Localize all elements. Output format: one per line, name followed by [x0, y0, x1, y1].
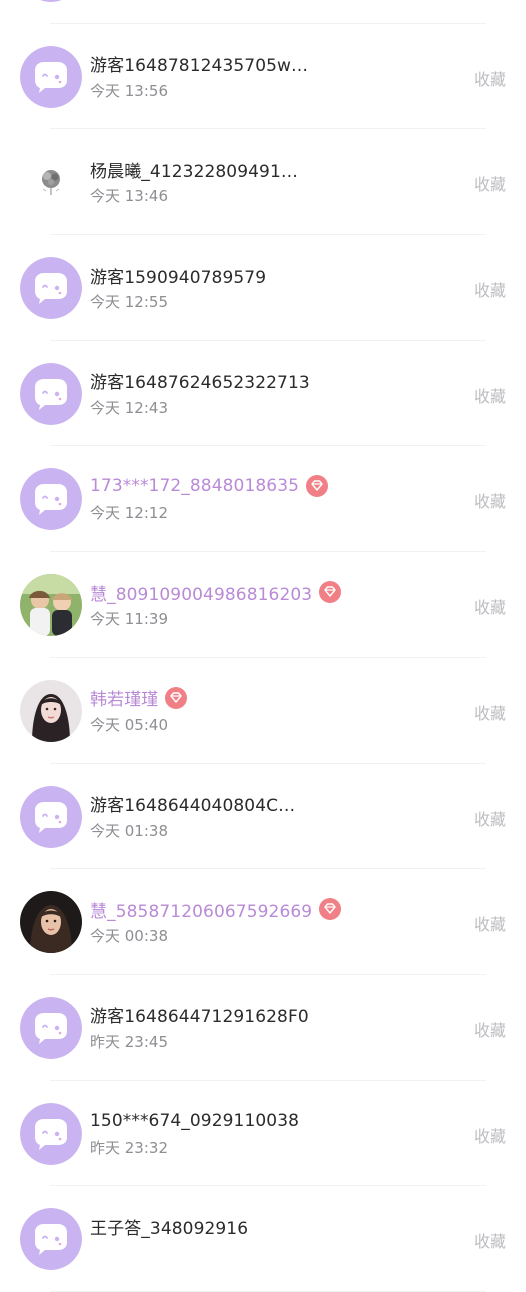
- list-item[interactable]: 慧_585871206067592669 今天 00:38 收藏: [0, 869, 526, 975]
- kids-photo-icon: [20, 574, 82, 637]
- name-line: 150***674_0929110038: [90, 1108, 299, 1134]
- favorite-button[interactable]: 收藏: [474, 488, 506, 512]
- list-item[interactable]: 游客1590940789579 今天 12:55 收藏: [0, 235, 526, 341]
- user-name: 游客1590940789579: [90, 267, 267, 288]
- favorite-button[interactable]: 收藏: [474, 806, 506, 830]
- list-item[interactable]: 150***674_0929110038 昨天 23:32 收藏: [0, 1081, 526, 1187]
- avatar[interactable]: [20, 468, 82, 531]
- vip-diamond-icon: [319, 581, 342, 604]
- user-name: 150***674_0929110038: [90, 1110, 300, 1131]
- chat-bubble-icon: [20, 996, 82, 1059]
- chat-bubble-icon: [20, 257, 82, 320]
- user-name: 173***172_8848018635: [90, 476, 300, 497]
- timestamp: 昨天 23:45: [90, 1032, 168, 1051]
- name-line: 王子答_348092916: [90, 1213, 248, 1239]
- avatar[interactable]: [20, 0, 82, 2]
- avatar[interactable]: [20, 1102, 82, 1165]
- woman-photo-icon: [20, 679, 82, 742]
- favorite-button[interactable]: 收藏: [474, 66, 506, 90]
- chat-bubble-icon: [20, 785, 82, 848]
- timestamp: 今天 11:39: [90, 610, 168, 629]
- favorite-button[interactable]: 收藏: [474, 171, 506, 195]
- chat-bubble-icon: [20, 45, 82, 108]
- woman-dark-photo-icon: [20, 891, 82, 954]
- list-item[interactable]: 杨晨曦_412322809491… 今天 13:46 收藏: [0, 129, 526, 235]
- user-name: 慧_585871206067592669: [90, 901, 313, 922]
- favorite-button[interactable]: 收藏: [474, 1017, 506, 1041]
- list-item[interactable]: 韩若瑾瑾 今天 05:40 收藏: [0, 658, 526, 764]
- favorite-button[interactable]: 收藏: [474, 383, 506, 407]
- timestamp: 今天 12:12: [90, 504, 168, 523]
- user-name: 慧_809109004986816203: [90, 584, 313, 605]
- timestamp: 今天 12:43: [90, 398, 168, 417]
- favorite-button[interactable]: 收藏: [474, 1228, 506, 1252]
- avatar[interactable]: [20, 1208, 82, 1271]
- user-name: 王子答_348092916: [90, 1218, 249, 1239]
- timestamp: 今天 00:38: [90, 927, 168, 946]
- timestamp: 今天 13:56: [90, 81, 168, 100]
- list-item[interactable]: 慧_809109004986816203 今天 11:39 收藏: [0, 552, 526, 658]
- list-item[interactable]: 游客16487624652322713 今天 12:43 收藏: [0, 341, 526, 447]
- avatar[interactable]: [20, 151, 82, 214]
- user-name: 游客1648644040804C…: [90, 796, 296, 816]
- list-item[interactable]: 游客16487812435705w… 今天 13:56 收藏: [0, 24, 526, 130]
- favorite-button[interactable]: 收藏: [474, 911, 506, 935]
- list-item[interactable]: 游客164864471291628F0 昨天 23:45 收藏: [0, 975, 526, 1081]
- avatar[interactable]: [20, 45, 82, 108]
- timestamp: 昨天 23:32: [90, 1138, 168, 1157]
- chat-bubble-icon: [20, 468, 82, 531]
- list-item[interactable]: 王子答_348092916 收藏: [0, 1186, 526, 1292]
- user-name: 杨晨曦_412322809491…: [90, 161, 298, 182]
- favorite-button[interactable]: 收藏: [474, 594, 506, 618]
- timestamp: 今天 12:55: [90, 293, 168, 312]
- name-line: 游客1590940789579: [90, 262, 266, 288]
- vip-diamond-icon: [306, 475, 329, 498]
- user-name: 游客164864471291628F0: [90, 1007, 309, 1028]
- timestamp: 今天 01:38: [90, 821, 168, 840]
- name-line: 慧_809109004986816203: [90, 579, 342, 605]
- contact-list: 冯军花 今天 15:52 收藏 游客16487812435705w… 今天 13…: [0, 0, 526, 1292]
- list-item[interactable]: 173***172_8848018635 今天 12:12 收藏: [0, 446, 526, 552]
- user-name: 游客16487812435705w…: [90, 56, 309, 77]
- favorite-button[interactable]: 收藏: [474, 277, 506, 301]
- timestamp: 今天 13:46: [90, 187, 168, 206]
- user-name: 游客16487624652322713: [90, 373, 310, 394]
- avatar[interactable]: [20, 257, 82, 320]
- flower-photo-icon: [20, 151, 82, 214]
- name-line: 韩若瑾瑾: [90, 685, 188, 711]
- name-line: 杨晨曦_412322809491…: [90, 156, 298, 182]
- avatar[interactable]: [20, 891, 82, 954]
- name-line: 慧_585871206067592669: [90, 896, 342, 922]
- avatar[interactable]: [20, 574, 82, 637]
- user-name: 韩若瑾瑾: [90, 690, 159, 711]
- avatar[interactable]: [20, 679, 82, 742]
- chat-bubble-icon: [20, 362, 82, 425]
- vip-diamond-icon: [319, 898, 342, 921]
- chat-bubble-icon: [20, 1102, 82, 1165]
- list-item[interactable]: 冯军花 今天 15:52 收藏: [0, 0, 526, 24]
- avatar[interactable]: [20, 362, 82, 425]
- favorite-button[interactable]: 收藏: [474, 700, 506, 724]
- name-line: 173***172_8848018635: [90, 473, 329, 499]
- chat-bubble-icon: [20, 1208, 82, 1271]
- vip-diamond-icon: [165, 686, 188, 709]
- favorite-button[interactable]: 收藏: [474, 1123, 506, 1147]
- avatar[interactable]: [20, 785, 82, 848]
- list-item[interactable]: 游客1648644040804C… 今天 01:38 收藏: [0, 764, 526, 870]
- name-line: 游客1648644040804C…: [90, 791, 295, 817]
- name-line: 游客164864471291628F0: [90, 1002, 309, 1028]
- name-line: 游客16487812435705w…: [90, 51, 308, 77]
- chat-bubble-icon: [40, 0, 62, 2]
- avatar[interactable]: [20, 996, 82, 1059]
- timestamp: 今天 05:40: [90, 715, 168, 734]
- name-line: 游客16487624652322713: [90, 368, 310, 394]
